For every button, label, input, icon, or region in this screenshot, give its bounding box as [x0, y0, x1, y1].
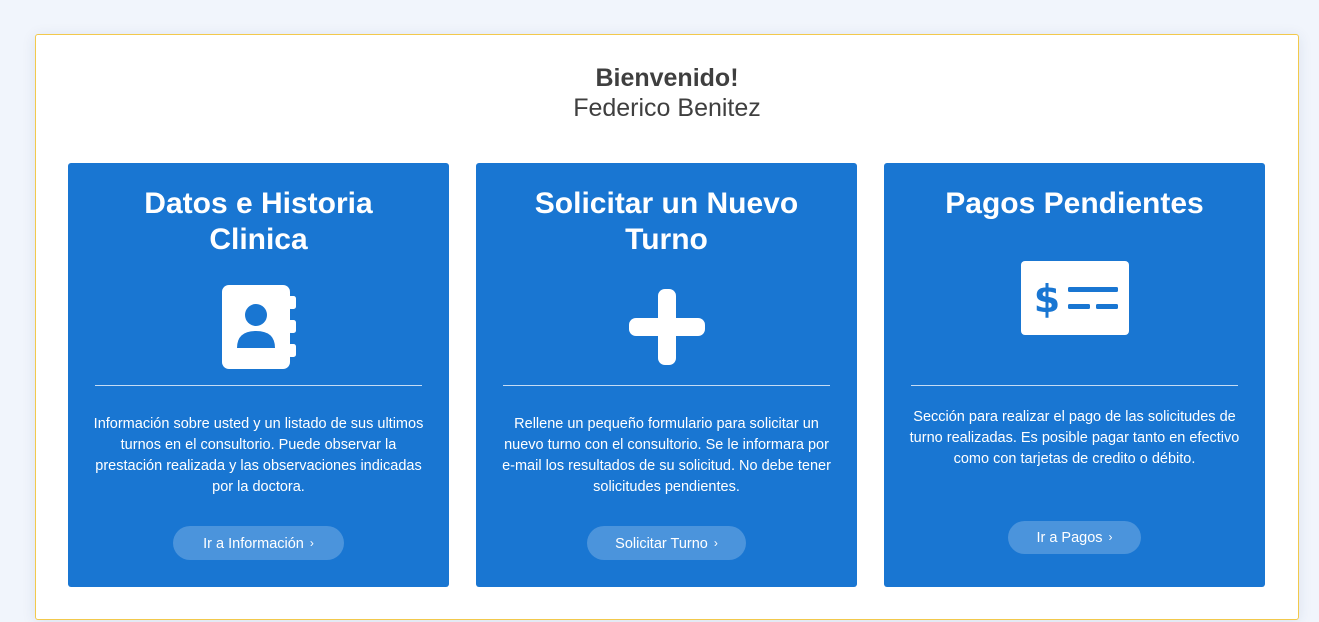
card-divider	[503, 385, 830, 386]
money-check-icon: $	[884, 260, 1265, 336]
address-book-icon	[68, 283, 449, 371]
card-title: Datos e Historia Clinica	[144, 187, 373, 256]
button-label: Ir a Información	[203, 536, 304, 552]
card-divider	[911, 385, 1238, 386]
ir-a-informacion-button[interactable]: Ir a Información ›	[173, 526, 344, 560]
card-title: Solicitar un Nuevo Turno	[534, 187, 799, 256]
card-description: Información sobre usted y un listado de …	[93, 416, 424, 495]
chevron-right-icon: ›	[713, 536, 718, 550]
card-pagos-pendientes: Pagos Pendientes $ Sección para realizar…	[884, 163, 1265, 587]
user-name: Federico Benitez	[573, 94, 761, 122]
card-description: Rellene un pequeño formulario para solic…	[502, 416, 831, 495]
button-label: Solicitar Turno	[615, 536, 708, 552]
ir-a-pagos-button[interactable]: Ir a Pagos ›	[1008, 521, 1141, 554]
plus-icon	[476, 288, 857, 366]
card-description: Sección para realizar el pago de las sol…	[909, 409, 1240, 467]
solicitar-turno-button[interactable]: Solicitar Turno ›	[587, 526, 746, 560]
button-label: Ir a Pagos	[1036, 530, 1103, 546]
card-divider	[95, 385, 422, 386]
chevron-right-icon: ›	[1108, 530, 1113, 544]
card-title: Pagos Pendientes	[945, 187, 1204, 220]
dashboard-panel: Bienvenido! Federico Benitez Datos e His…	[35, 34, 1299, 620]
card-historia-clinica: Datos e Historia Clinica Información sob…	[68, 163, 449, 587]
card-nuevo-turno: Solicitar un Nuevo Turno Rellene un pequ…	[476, 163, 857, 587]
welcome-title: Bienvenido!	[595, 64, 739, 92]
chevron-right-icon: ›	[309, 536, 314, 550]
svg-text:$: $	[1033, 277, 1059, 321]
welcome-header: Bienvenido! Federico Benitez	[36, 63, 1298, 123]
